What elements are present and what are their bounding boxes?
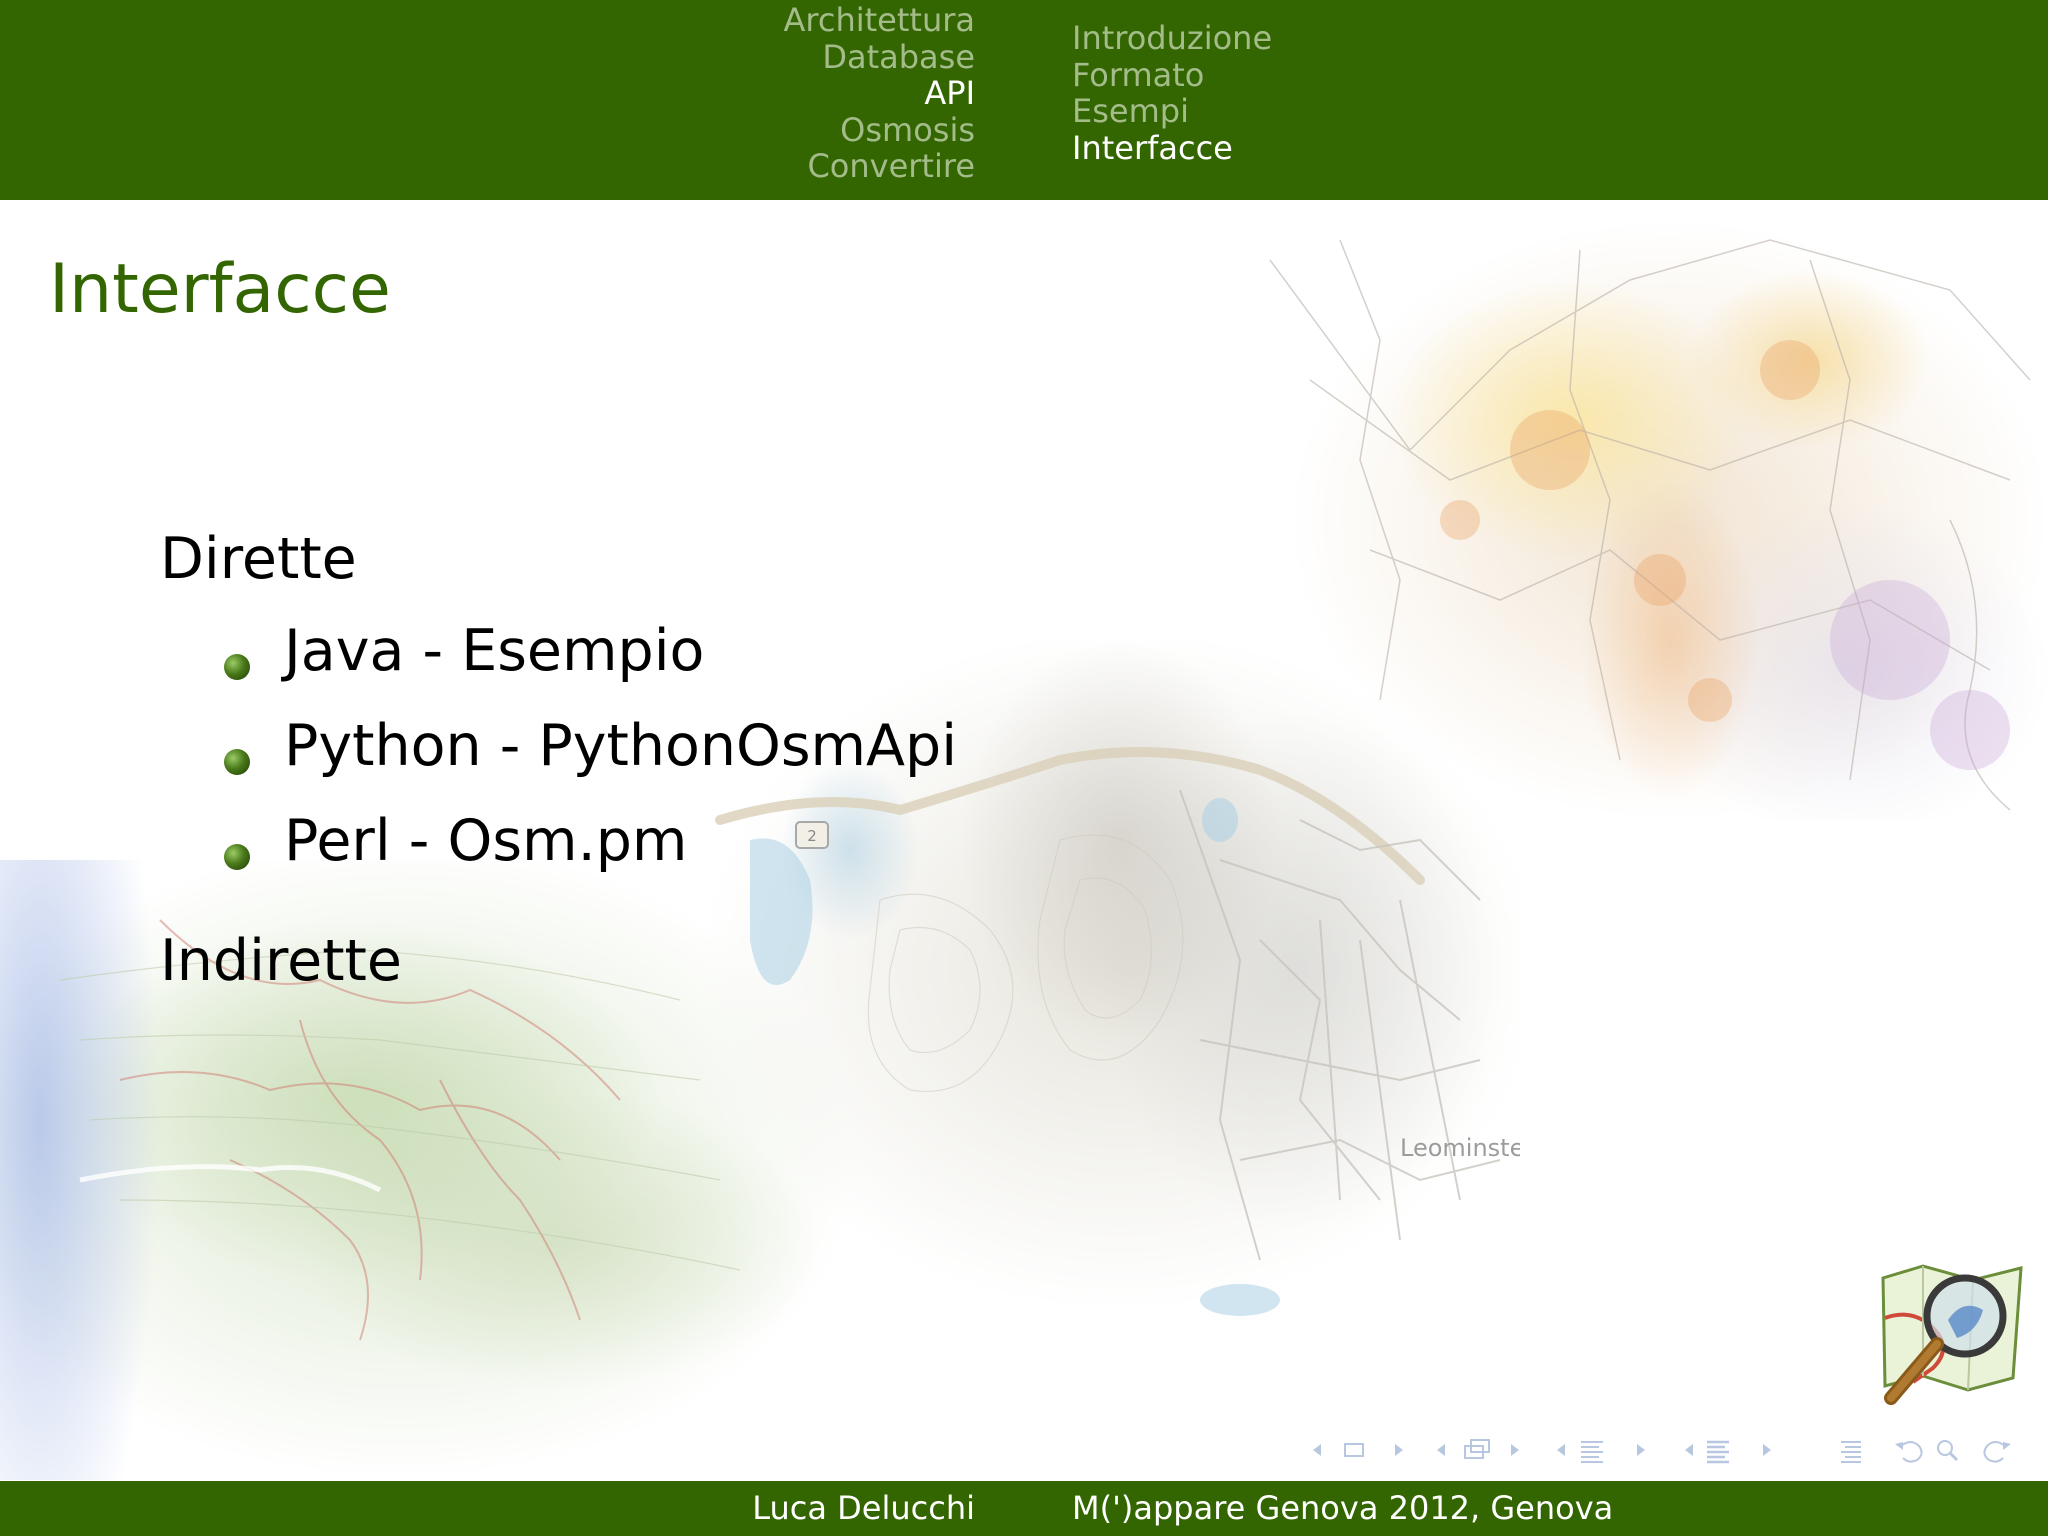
- coastal-map-background: [0, 860, 880, 1480]
- section-nav-icon[interactable]: [1557, 1441, 1645, 1463]
- doc-nav-icon[interactable]: [1685, 1440, 1771, 1464]
- subsection-navigation: Introduzione Formato Esempi Interfacce: [1072, 20, 1272, 166]
- indirect-interfaces-heading: Indirette: [160, 928, 402, 994]
- slide-footer: Luca Delucchi M(')appare Genova 2012, Ge…: [0, 1481, 2048, 1536]
- green-ball-bullet-icon: [224, 749, 250, 775]
- nav-subsection-interfacce[interactable]: Interfacce: [1072, 129, 1272, 167]
- green-ball-bullet-icon: [224, 654, 250, 680]
- direct-interfaces-heading: Dirette: [160, 526, 357, 592]
- nav-subsection-esempi[interactable]: Esempi: [1072, 93, 1272, 130]
- nav-section-architettura[interactable]: Architettura: [784, 2, 975, 39]
- footer-author: Luca Delucchi: [752, 1489, 975, 1527]
- nav-subsection-formato[interactable]: Formato: [1072, 56, 1272, 94]
- nav-subsection-introduzione[interactable]: Introduzione: [1072, 20, 1272, 57]
- redo-icon[interactable]: [1983, 1441, 2011, 1463]
- list-item-text: Perl - Osm.pm: [284, 808, 688, 874]
- frame-nav-icon[interactable]: [1313, 1443, 1403, 1457]
- subsection-nav-icon[interactable]: [1437, 1439, 1519, 1459]
- green-ball-bullet-icon: [224, 844, 250, 870]
- nav-section-database[interactable]: Database: [784, 38, 975, 76]
- nav-section-osmosis[interactable]: Osmosis: [784, 111, 975, 149]
- nav-section-convertire[interactable]: Convertire: [784, 148, 975, 185]
- map-city-label: Leominster: [1400, 1134, 1520, 1162]
- section-navigation: Architettura Database API Osmosis Conver…: [784, 2, 975, 185]
- slide-header: Architettura Database API Osmosis Conver…: [0, 0, 2048, 200]
- list-item-text: Java - Esempio: [284, 618, 705, 684]
- search-icon[interactable]: [1937, 1440, 1959, 1462]
- beamer-navigation-bar: [1313, 1439, 2011, 1464]
- toc-icon[interactable]: [1841, 1441, 1861, 1463]
- nav-section-api[interactable]: API: [784, 75, 975, 112]
- route-shield-label: 2: [807, 827, 817, 845]
- slide-title: Interfacce: [49, 250, 391, 329]
- footer-event: M(')appare Genova 2012, Genova: [1072, 1489, 1614, 1527]
- openstreetmap-logo-icon: [1881, 1264, 2023, 1405]
- undo-icon[interactable]: [1895, 1441, 1923, 1463]
- list-item-text: Python - PythonOsmApi: [284, 713, 958, 779]
